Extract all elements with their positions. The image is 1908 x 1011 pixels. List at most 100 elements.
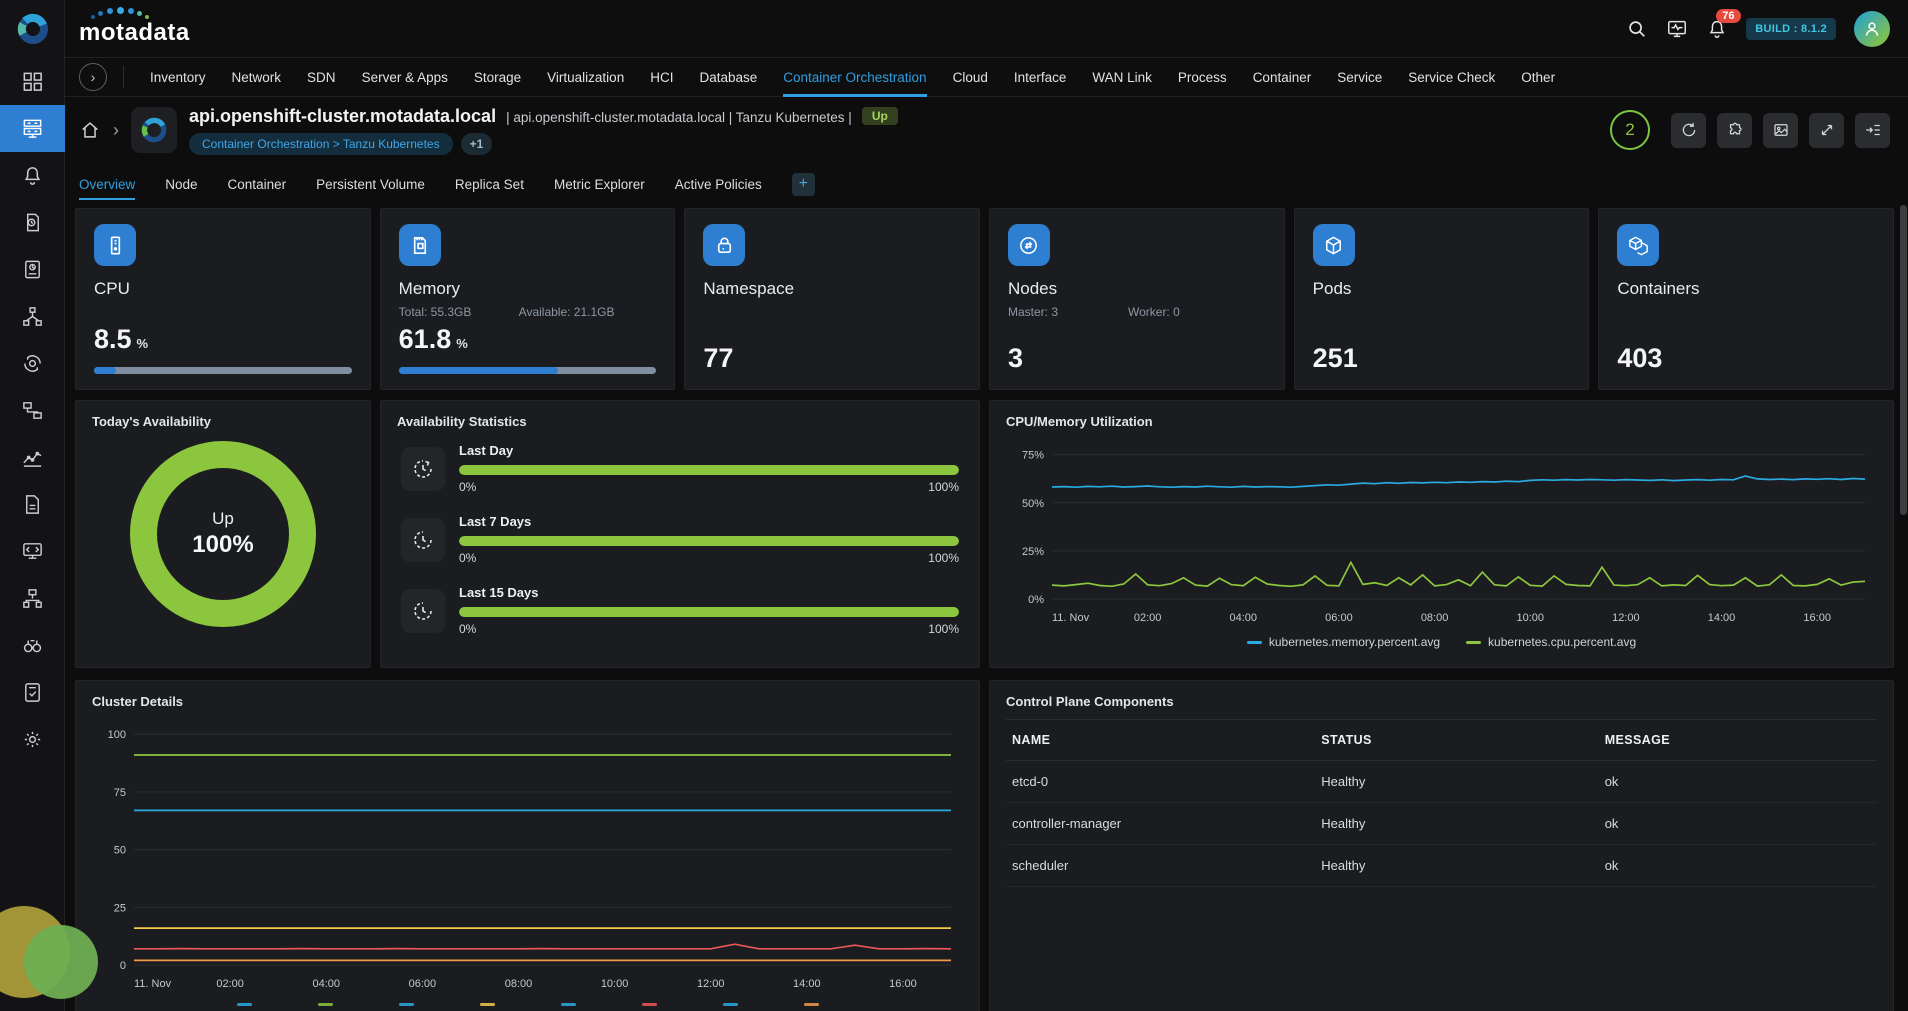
refresh-button[interactable] [1671, 113, 1706, 148]
search-icon[interactable] [1626, 18, 1648, 40]
nav-item-container[interactable]: Container [1253, 58, 1312, 97]
nav-item-service-check[interactable]: Service Check [1408, 58, 1495, 97]
topology-icon[interactable] [0, 293, 65, 340]
value-number: 3 [1008, 343, 1023, 374]
availability-row: Today's Availability Up 100% Availabilit… [75, 400, 1894, 668]
nav-item-other[interactable]: Other [1521, 58, 1555, 97]
nav-item-server-apps[interactable]: Server & Apps [362, 58, 448, 97]
nav-item-hci[interactable]: HCI [650, 58, 673, 97]
workflow-icon[interactable] [0, 387, 65, 434]
scrollbar-thumb[interactable] [1900, 205, 1907, 515]
breadcrumb-path-pill[interactable]: Container Orchestration > Tanzu Kubernet… [189, 133, 453, 155]
build-version-badge[interactable]: BUILD : 8.1.2 [1746, 18, 1836, 40]
alerts-icon[interactable] [0, 152, 65, 199]
nav-item-cloud[interactable]: Cloud [953, 58, 988, 97]
nav-item-service[interactable]: Service [1337, 58, 1382, 97]
tab-overview[interactable]: Overview [79, 166, 135, 202]
nav-item-container-orchestration[interactable]: Container Orchestration [783, 58, 926, 97]
panel-title: Today's Availability [92, 414, 354, 429]
cluster-details-chart[interactable]: 025507510011. Nov02:0004:0006:0008:0010:… [92, 711, 963, 999]
automation-icon[interactable] [0, 340, 65, 387]
cpu-memory-utilization-chart[interactable]: 0%25%50%75%11. Nov02:0004:0006:0008:0010… [1006, 431, 1877, 631]
history-clock-icon [401, 518, 445, 562]
table-row[interactable]: etcd-0 Healthy ok [1006, 761, 1877, 803]
nav-item-wan-link[interactable]: WAN Link [1092, 58, 1152, 97]
availability-period-label: Last 7 Days [459, 514, 959, 529]
tab-persistent-volume[interactable]: Persistent Volume [316, 166, 425, 202]
context-bar: › api.openshift-cluster.motadata.local |… [65, 97, 1908, 163]
nav-item-sdn[interactable]: SDN [307, 58, 336, 97]
tab-metric-explorer[interactable]: Metric Explorer [554, 166, 645, 202]
svg-text:75%: 75% [1022, 450, 1044, 462]
svg-text:11. Nov: 11. Nov [1052, 612, 1090, 624]
value-number: 403 [1617, 343, 1662, 374]
svg-text:10:00: 10:00 [1516, 612, 1544, 624]
legend-label: kubernetes.cpu.percent.avg [1488, 635, 1636, 649]
metric-trend-icon[interactable] [0, 434, 65, 481]
discovery-icon[interactable] [0, 622, 65, 669]
pods-value: 251 [1313, 343, 1571, 374]
nav-item-interface[interactable]: Interface [1014, 58, 1067, 97]
log-file-icon[interactable] [0, 481, 65, 528]
entity-logo-tile[interactable] [131, 107, 177, 153]
nav-item-virtualization[interactable]: Virtualization [547, 58, 624, 97]
add-tab-button[interactable]: + [792, 173, 815, 196]
svg-text:50: 50 [114, 845, 126, 857]
column-header-name[interactable]: NAME [1012, 733, 1321, 747]
collapse-panel-button[interactable] [1855, 113, 1890, 148]
policy-count-badge[interactable]: 2 [1610, 110, 1650, 150]
nav-item-database[interactable]: Database [699, 58, 757, 97]
expand-button[interactable] [1809, 113, 1844, 148]
dashboard-icon[interactable] [0, 58, 65, 105]
svg-text:12:00: 12:00 [1612, 612, 1640, 624]
nav-item-network[interactable]: Network [232, 58, 282, 97]
tab-node[interactable]: Node [165, 166, 197, 202]
panel-title: CPU/Memory Utilization [1006, 414, 1877, 429]
nav-item-inventory[interactable]: Inventory [150, 58, 206, 97]
home-icon[interactable] [79, 119, 101, 141]
svg-text:16:00: 16:00 [1803, 612, 1831, 624]
vertical-scrollbar[interactable] [1900, 165, 1907, 1005]
nav-expand-chevron-icon[interactable]: › [79, 63, 107, 91]
ncm-icon[interactable] [0, 575, 65, 622]
legend-item-cpu[interactable]: kubernetes.cpu.percent.avg [1466, 635, 1636, 649]
legend-item-memory[interactable]: kubernetes.memory.percent.avg [1247, 635, 1440, 649]
monitor-inventory-icon[interactable] [0, 105, 65, 152]
svg-text:14:00: 14:00 [1708, 612, 1736, 624]
monitor-activity-icon[interactable] [1666, 18, 1688, 40]
table-row[interactable]: controller-manager Healthy ok [1006, 803, 1877, 845]
todays-availability-card: Today's Availability Up 100% [75, 400, 371, 668]
availability-bar [459, 536, 959, 546]
value-number: 77 [703, 343, 733, 374]
report-icon[interactable] [0, 246, 65, 293]
svg-text:06:00: 06:00 [1325, 612, 1353, 624]
column-header-message[interactable]: MESSAGE [1605, 733, 1871, 747]
notifications-bell-icon[interactable]: 76 [1706, 18, 1728, 40]
more-tags-pill[interactable]: +1 [461, 133, 493, 155]
brand-logo: motadata [79, 11, 190, 47]
svg-text:16:00: 16:00 [889, 978, 917, 990]
nav-item-process[interactable]: Process [1178, 58, 1227, 97]
nav-item-storage[interactable]: Storage [474, 58, 521, 97]
settings-icon[interactable] [0, 716, 65, 763]
user-avatar[interactable] [1854, 11, 1890, 47]
column-header-status[interactable]: STATUS [1321, 733, 1604, 747]
tab-container[interactable]: Container [228, 166, 287, 202]
snapshot-image-button[interactable] [1763, 113, 1798, 148]
legend-dash [1466, 641, 1481, 644]
table-row[interactable]: scheduler Healthy ok [1006, 845, 1877, 887]
compliance-icon[interactable] [0, 669, 65, 716]
scheduled-report-icon[interactable] [0, 199, 65, 246]
card-title: Nodes [1008, 279, 1266, 299]
motadata-mark-logo[interactable] [0, 0, 65, 58]
memory-total: Total: 55.3GB [399, 305, 519, 319]
tab-active-policies[interactable]: Active Policies [675, 166, 762, 202]
containers-value: 403 [1617, 343, 1875, 374]
svg-text:08:00: 08:00 [1421, 612, 1449, 624]
tab-replica-set[interactable]: Replica Set [455, 166, 524, 202]
agent-console-icon[interactable] [0, 528, 65, 575]
plugin-button[interactable] [1717, 113, 1752, 148]
page-subtitle: | api.openshift-cluster.motadata.local |… [506, 110, 852, 125]
stat-cards-row: CPU 8.5 % Memory Total: 55.3GB Available… [75, 208, 1894, 390]
availability-bar [459, 465, 959, 475]
